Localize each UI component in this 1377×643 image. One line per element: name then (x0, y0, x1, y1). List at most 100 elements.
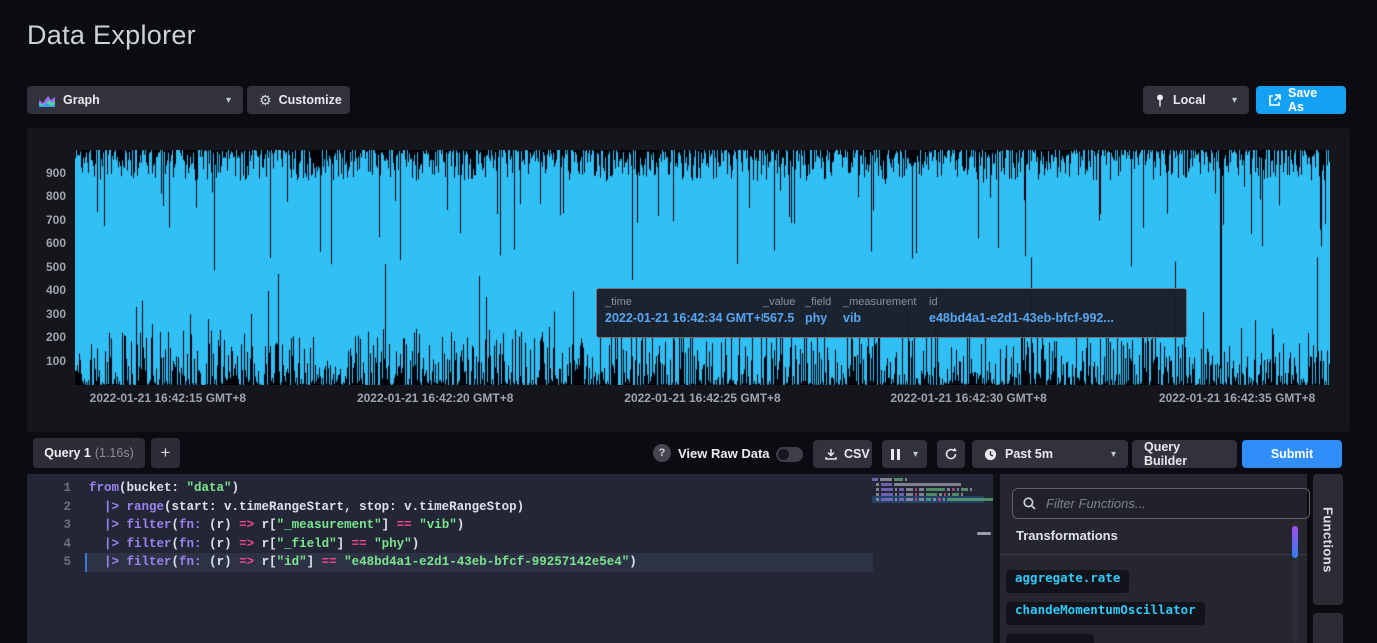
code-token: (r) (202, 555, 240, 569)
code-token: |> filter (104, 518, 172, 532)
function-search-box[interactable] (1012, 488, 1310, 519)
scrollbar-thumb[interactable] (1292, 526, 1298, 558)
y-tick-label: 100 (24, 354, 66, 368)
gear-icon: ⚙ (259, 92, 272, 109)
function-item[interactable]: aggregate.rate (1006, 570, 1129, 593)
query-tab-name: Query 1 (44, 446, 91, 460)
csv-download-button[interactable]: CSV (813, 440, 872, 468)
time-range-dropdown[interactable]: Past 5m ▾ (972, 440, 1128, 468)
code-token: ] (382, 518, 397, 532)
data-explorer-page: Data Explorer Graph ▾ ⚙ Customize (0, 0, 1377, 643)
view-raw-data-toggle[interactable] (776, 447, 803, 462)
customize-button[interactable]: ⚙ Customize (247, 86, 350, 114)
function-search-input[interactable] (1044, 495, 1258, 512)
panel-divider[interactable] (993, 474, 1000, 643)
functions-panel: Transformations aggregate.rate chandeMome… (1000, 474, 1307, 643)
help-icon[interactable]: ? (653, 444, 671, 462)
local-dropdown[interactable]: Local ▾ (1143, 86, 1249, 114)
functions-tab-label: Functions (1321, 507, 1336, 573)
code-line: |> range(start: v.timeRangeStart, stop: … (89, 500, 524, 514)
tooltip-value: 567.5 (763, 311, 805, 325)
refresh-icon (944, 447, 958, 461)
transformations-header: Transformations (1016, 528, 1118, 543)
chevron-down-icon: ▾ (1111, 449, 1116, 460)
code-token: ) (629, 555, 637, 569)
view-type-label: Graph (63, 93, 100, 107)
query-tab[interactable]: Query 1 (1.16s) (33, 438, 145, 468)
submit-button[interactable]: Submit (1242, 440, 1342, 468)
code-token: "e48bd4a1-e2d1-43eb-bfcf-99257142e5e4" (344, 555, 629, 569)
view-type-dropdown[interactable]: Graph ▾ (27, 86, 243, 114)
code-line: |> filter(fn: (r) => r["_field"] == "phy… (89, 537, 419, 551)
query-builder-button[interactable]: Query Builder (1132, 440, 1237, 468)
code-token: == (352, 537, 367, 551)
y-tick-label: 500 (24, 260, 66, 274)
code-token: ( (172, 555, 180, 569)
line-number: 3 (27, 518, 71, 532)
tab-secondary[interactable] (1313, 613, 1343, 643)
refresh-button[interactable] (937, 440, 965, 468)
chevron-down-icon: ▾ (1232, 95, 1237, 106)
csv-label: CSV (844, 447, 870, 461)
tooltip-header: _measurement (843, 296, 929, 308)
page-title: Data Explorer (27, 20, 196, 51)
tooltip-value: e48bd4a1-e2d1-43eb-bfcf-992... (929, 311, 1169, 325)
code-token: "phy" (374, 537, 412, 551)
code-token: |> filter (104, 537, 172, 551)
section-divider (1000, 554, 1307, 555)
save-as-label: Save As (1288, 86, 1334, 114)
functions-scrollbar[interactable] (1292, 522, 1298, 643)
code-token: "_measurement" (277, 518, 382, 532)
code-token: ] (307, 555, 322, 569)
time-series-plot[interactable] (75, 150, 1330, 385)
x-tick-label: 2022-01-21 16:42:25 GMT+8 (624, 391, 780, 405)
tooltip-value: phy (805, 311, 843, 325)
y-tick-label: 400 (24, 283, 66, 297)
y-tick-label: 200 (24, 330, 66, 344)
download-icon (825, 448, 837, 460)
view-raw-data-label: View Raw Data (678, 446, 770, 461)
code-token: "_field" (277, 537, 337, 551)
code-token: "vib" (419, 518, 457, 532)
line-number: 2 (27, 500, 71, 514)
minimap-line (872, 478, 907, 481)
tooltip-column: _time2022-01-21 16:42:34 GMT+8 (605, 296, 763, 337)
function-item[interactable]: chandeMomentumOscillator (1006, 602, 1205, 625)
pin-icon (1155, 94, 1165, 107)
code-token: == (322, 555, 337, 569)
code-token: ( (172, 518, 180, 532)
x-tick-label: 2022-01-21 16:42:15 GMT+8 (90, 391, 246, 405)
code-token: r[ (254, 555, 277, 569)
code-token: (start: v.timeRangeStart, stop: v.timeRa… (164, 500, 524, 514)
export-icon (1268, 94, 1281, 107)
tab-functions[interactable]: Functions (1313, 474, 1343, 605)
code-token: ( (172, 537, 180, 551)
function-item-partial[interactable] (1006, 634, 1094, 643)
code-token: => (239, 555, 254, 569)
chevron-down-icon: ▾ (913, 449, 918, 460)
editor-minimap[interactable] (872, 478, 984, 638)
pause-button[interactable]: ▾ (882, 440, 927, 468)
minimap-line (876, 483, 961, 486)
tooltip-header: _value (763, 296, 805, 308)
query-duration: (1.16s) (95, 446, 134, 460)
tooltip-value: vib (843, 311, 929, 325)
code-token: ] (337, 537, 352, 551)
code-token: |> filter (104, 555, 172, 569)
customize-label: Customize (279, 93, 342, 107)
tooltip-value: 2022-01-21 16:42:34 GMT+8 (605, 311, 763, 325)
code-token: (r) (202, 518, 240, 532)
chevron-down-icon: ▾ (226, 95, 231, 106)
line-number: 1 (27, 481, 71, 495)
time-series-canvas[interactable] (75, 150, 1330, 385)
y-tick-label: 700 (24, 213, 66, 227)
x-tick-label: 2022-01-21 16:42:20 GMT+8 (357, 391, 513, 405)
save-as-button[interactable]: Save As (1256, 86, 1346, 114)
line-number: 5 (27, 555, 71, 569)
query-builder-label: Query Builder (1144, 440, 1225, 468)
code-token: ) (232, 481, 240, 495)
divider-drag-handle[interactable] (977, 532, 991, 535)
code-token: (bucket: (119, 481, 187, 495)
add-query-button[interactable]: + (151, 438, 180, 468)
flux-code-editor[interactable]: 1from(bucket: "data")2 |> range(start: v… (27, 474, 993, 643)
